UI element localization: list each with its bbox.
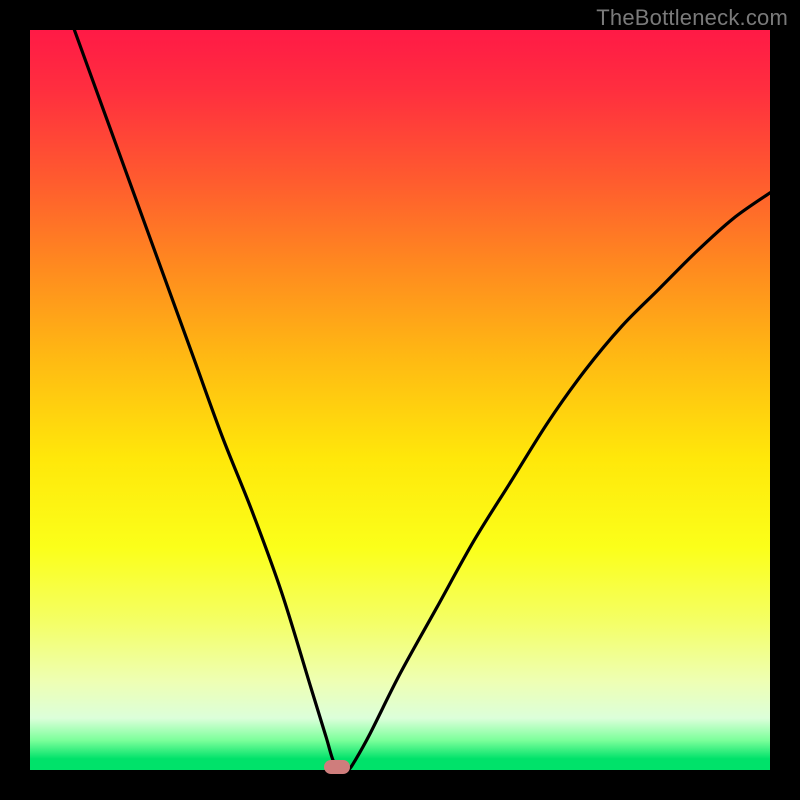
outer-frame: TheBottleneck.com: [0, 0, 800, 800]
plot-gradient-background: [30, 30, 770, 770]
watermark-text: TheBottleneck.com: [596, 5, 788, 31]
minimum-marker: [324, 760, 350, 774]
